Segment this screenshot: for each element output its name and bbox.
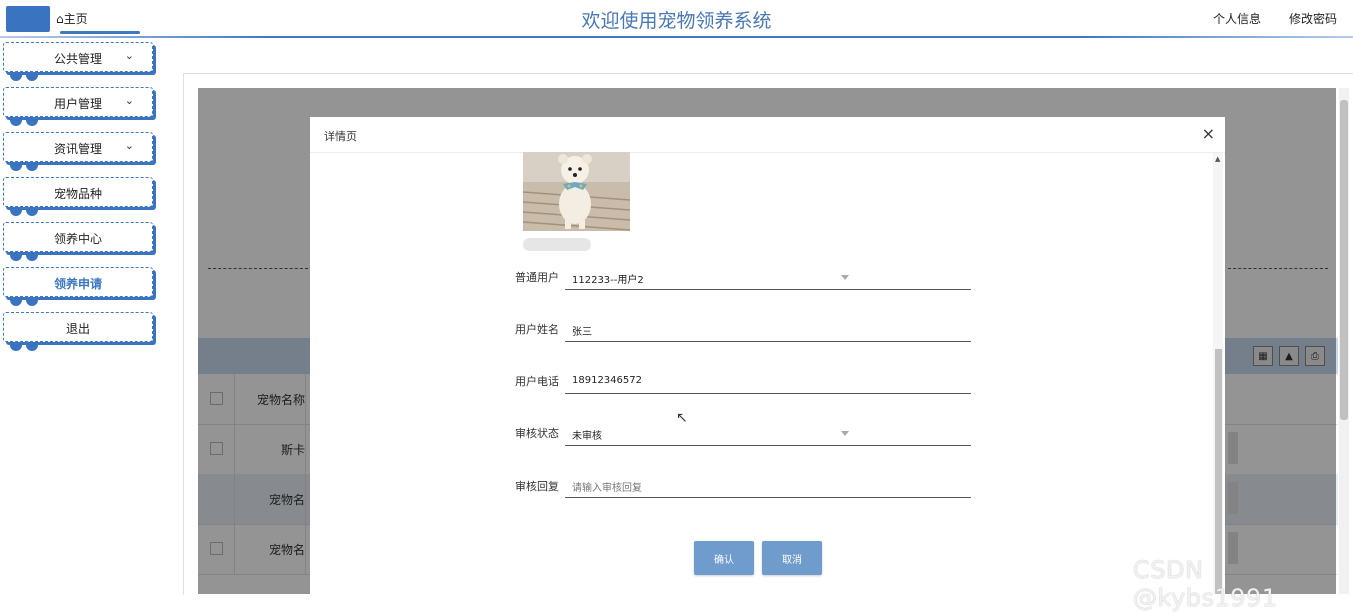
user-phone-label: 用户电话	[515, 375, 559, 388]
page-scrollbar-thumb[interactable]	[1340, 100, 1348, 420]
menu-decoration	[10, 70, 50, 81]
sidebar-item-adoption-requests[interactable]: 领养申请	[3, 267, 153, 306]
chevron-down-icon: ⌄	[124, 139, 134, 152]
close-icon[interactable]: ×	[1202, 124, 1215, 143]
page-scrollbar[interactable]	[1339, 88, 1349, 594]
caret-down-icon	[841, 275, 849, 280]
modal-header: 详情页 ×	[310, 117, 1225, 153]
sidebar-item-pet-breeds[interactable]: 宠物品种	[3, 177, 153, 216]
change-password-link[interactable]: 修改密码	[1289, 10, 1337, 27]
user-name-value: 张三	[572, 327, 592, 338]
normal-user-label: 普通用户	[515, 271, 559, 284]
scroll-up-icon[interactable]: ▲	[1215, 155, 1220, 163]
pet-photo	[523, 152, 630, 231]
upload-button[interactable]	[523, 238, 591, 251]
sidebar: 公共管理 ⌄ 用户管理 ⌄ 资讯管理 ⌄ 宠物品种 领养中心 领养申请 退出	[0, 42, 160, 357]
normal-user-select[interactable]: 112233--用户2	[565, 265, 971, 290]
header-divider	[0, 36, 1353, 38]
review-status-select[interactable]: 未审核	[565, 421, 971, 446]
menu-decoration	[10, 295, 50, 306]
review-status-value: 未审核	[572, 431, 602, 442]
watermark: CSDN @kybs1991	[1133, 556, 1278, 612]
user-name-input[interactable]: 张三	[565, 317, 971, 342]
modal-title: 详情页	[324, 130, 357, 143]
mouse-cursor-icon: ↖	[676, 410, 688, 426]
sidebar-item-news[interactable]: 资讯管理 ⌄	[3, 132, 153, 171]
sidebar-item-label: 宠物品种	[53, 187, 102, 201]
menu-decoration	[10, 115, 50, 126]
sidebar-item-label: 领养申请	[53, 277, 102, 291]
header-accent-bar	[60, 31, 140, 34]
page-title: 欢迎使用宠物领养系统	[581, 10, 772, 32]
review-status-label: 审核状态	[515, 427, 559, 440]
menu-decoration	[10, 160, 50, 171]
user-phone-input[interactable]: 18912346572	[565, 369, 971, 394]
chevron-down-icon: ⌄	[124, 94, 134, 107]
sidebar-item-logout[interactable]: 退出	[3, 312, 153, 351]
user-name-label: 用户姓名	[515, 323, 559, 336]
detail-modal: 详情页 × 普通用户 112233--用户2 用户姓名 张三 用户电话 1891…	[310, 117, 1225, 594]
menu-decoration	[10, 205, 50, 216]
menu-decoration	[10, 340, 50, 351]
header-nav: 个人信息 修改密码	[1213, 10, 1337, 27]
cancel-button[interactable]: 取消	[762, 541, 822, 575]
review-reply-label: 审核回复	[515, 480, 559, 493]
modal-scrollbar[interactable]: ▲	[1213, 153, 1223, 594]
normal-user-value: 112233--用户2	[572, 275, 644, 286]
profile-link[interactable]: 个人信息	[1213, 10, 1261, 27]
sidebar-item-adoption-center[interactable]: 领养中心	[3, 222, 153, 261]
menu-decoration	[10, 250, 50, 261]
sidebar-item-label: 领养中心	[53, 232, 102, 246]
review-reply-input[interactable]: 请输入审核回复	[565, 473, 971, 498]
sidebar-item-label: 退出	[65, 322, 90, 336]
pet-photo-image	[523, 152, 630, 231]
confirm-button[interactable]: 确认	[694, 541, 754, 575]
user-phone-value: 18912346572	[572, 375, 642, 386]
chevron-down-icon: ⌄	[124, 49, 134, 62]
caret-down-icon	[841, 431, 849, 436]
top-header: ⌂主页 欢迎使用宠物领养系统 个人信息 修改密码	[0, 0, 1353, 40]
sidebar-item-public[interactable]: 公共管理 ⌄	[3, 42, 153, 81]
review-reply-placeholder: 请输入审核回复	[572, 483, 642, 494]
sidebar-item-users[interactable]: 用户管理 ⌄	[3, 87, 153, 126]
